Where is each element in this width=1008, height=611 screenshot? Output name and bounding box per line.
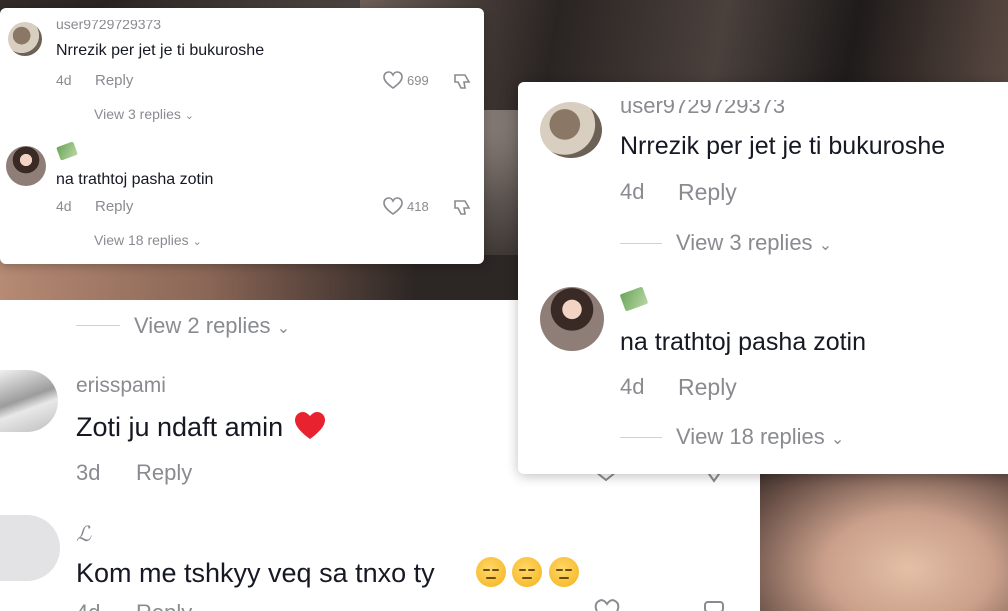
unamused-face-icon — [549, 557, 579, 587]
avatar[interactable] — [540, 102, 602, 158]
replies-divider — [620, 437, 662, 438]
chevron-down-icon: ⌄ — [192, 236, 202, 248]
comment-username[interactable]: user9729729373 — [56, 20, 161, 30]
unamused-face-icon — [512, 557, 542, 587]
view-replies-button[interactable]: View 18 replies ⌄ — [676, 424, 844, 450]
money-emoji-icon — [56, 141, 78, 161]
view-replies-button[interactable]: View 18 replies ⌄ — [94, 232, 202, 248]
background-photo-bottom-right — [760, 470, 1008, 611]
comment-text: na trathtoj pasha zotin — [620, 328, 866, 356]
view-replies-button[interactable]: View 3 replies ⌄ — [94, 106, 194, 122]
avatar[interactable] — [8, 22, 42, 56]
chevron-down-icon: ⌄ — [276, 320, 291, 337]
comment-age: 4d — [620, 179, 645, 204]
heart-outline-icon[interactable] — [382, 197, 404, 215]
comment-text: na trathtoj pasha zotin — [56, 171, 214, 188]
chevron-down-icon: ⌄ — [184, 110, 195, 122]
comment-age: 4d — [56, 198, 72, 214]
comment-age: 4d — [76, 600, 100, 611]
comment-text: Kom me tshkyy veq sa tnxo ty — [76, 558, 435, 589]
comment-text: Zoti ju ndaft amin — [76, 412, 325, 443]
heart-outline-icon[interactable] — [382, 71, 404, 89]
comment-username[interactable]: erisspami — [76, 374, 166, 398]
view-replies-label: View 2 replies — [134, 313, 271, 338]
view-replies-label: View 3 replies — [94, 106, 181, 122]
avatar[interactable] — [6, 146, 46, 186]
reply-button[interactable]: Reply — [95, 198, 133, 215]
reply-button[interactable]: Reply — [95, 72, 133, 89]
heart-outline-icon[interactable] — [592, 598, 622, 611]
avatar[interactable] — [540, 287, 604, 351]
view-replies-button[interactable]: View 2 replies ⌄ — [134, 313, 290, 339]
comment-username[interactable]: user9729729373 — [620, 100, 785, 114]
view-replies-button[interactable]: View 3 replies ⌄ — [676, 230, 832, 256]
view-replies-label: View 18 replies — [94, 232, 189, 248]
heart-emoji-icon — [291, 412, 325, 442]
unamused-face-icon — [476, 557, 506, 587]
like-count: 699 — [407, 73, 429, 88]
replies-divider — [76, 325, 120, 326]
comment-text: Nrrezik per jet je ti bukuroshe — [56, 42, 265, 59]
dislike-icon[interactable] — [700, 598, 728, 611]
chevron-down-icon: ⌄ — [830, 431, 845, 448]
reply-button[interactable]: Reply — [678, 374, 737, 401]
comment-text: Nrrezik per jet je ti bukuroshe — [620, 132, 946, 160]
reply-button[interactable]: Reply — [136, 600, 192, 611]
dislike-icon[interactable] — [452, 71, 472, 91]
comment-card-large: user9729729373 Nrrezik per jet je ti buk… — [518, 82, 1008, 474]
chevron-down-icon: ⌄ — [818, 237, 833, 254]
comment-text-body: Kom me tshkyy veq sa tnxo ty — [76, 558, 435, 588]
comment-age: 3d — [76, 460, 101, 485]
reply-button[interactable]: Reply — [136, 460, 192, 486]
comment-age: 4d — [620, 374, 645, 399]
comment-text-body: Zoti ju ndaft amin — [76, 412, 284, 442]
replies-divider — [620, 243, 662, 244]
comment-age: 4d — [56, 72, 72, 88]
money-emoji-icon — [619, 286, 649, 312]
like-count: 418 — [407, 199, 429, 214]
reply-button[interactable]: Reply — [678, 179, 737, 206]
comment-card-small: user9729729373 Nrrezik per jet je ti buk… — [0, 8, 484, 264]
comment-username[interactable]: ℒ — [76, 522, 91, 546]
avatar[interactable] — [0, 515, 60, 581]
avatar[interactable] — [0, 370, 58, 432]
dislike-icon[interactable] — [452, 197, 472, 217]
view-replies-label: View 18 replies — [676, 424, 825, 449]
view-replies-label: View 3 replies — [676, 230, 813, 255]
